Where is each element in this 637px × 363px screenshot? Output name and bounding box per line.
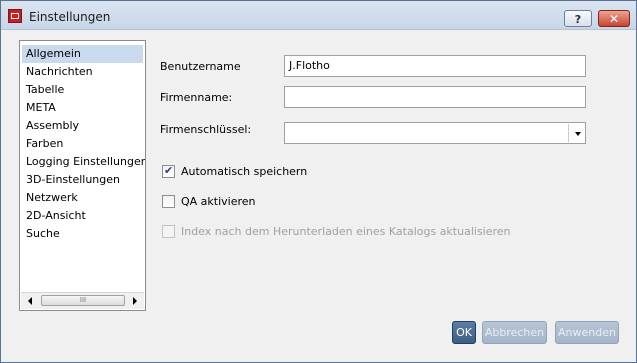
list-item-tabelle[interactable]: Tabelle	[20, 81, 145, 99]
firmenschluessel-label: Firmenschlüssel:	[160, 123, 252, 136]
auto-save-checkbox[interactable]	[162, 164, 175, 178]
category-list[interactable]: Allgemein Nachrichten Tabelle META Assem…	[19, 40, 146, 311]
anwenden-button: Anwenden	[555, 321, 619, 344]
list-item-2d-ansicht[interactable]: 2D-Ansicht	[20, 207, 145, 225]
list-item-nachrichten[interactable]: Nachrichten	[20, 63, 145, 81]
benutzername-label: Benutzername	[160, 60, 241, 73]
list-item-assembly[interactable]: Assembly	[20, 117, 145, 135]
list-item-farben[interactable]: Farben	[20, 135, 145, 153]
scrollbar-thumb[interactable]: III	[41, 295, 125, 306]
list-item-meta[interactable]: META	[20, 99, 145, 117]
window-title: Einstellungen	[29, 10, 111, 24]
ok-button[interactable]: OK	[452, 321, 476, 344]
scroll-right-arrow-icon[interactable]	[133, 297, 137, 305]
qa-label: QA aktivieren	[181, 195, 256, 208]
firmenname-input[interactable]	[284, 86, 586, 108]
list-item-netzwerk[interactable]: Netzwerk	[20, 189, 145, 207]
firmenname-label: Firmenname:	[160, 91, 233, 104]
abbrechen-button: Abbrechen	[482, 321, 547, 344]
benutzername-input[interactable]: J.Flotho	[284, 55, 586, 77]
list-item-suche[interactable]: Suche	[20, 225, 145, 243]
qa-checkbox[interactable]	[162, 195, 175, 208]
combobox-separator	[568, 124, 569, 142]
index-label: Index nach dem Herunterladen eines Katal…	[181, 225, 511, 238]
chevron-down-icon[interactable]	[575, 132, 581, 136]
list-item-3d-einstellungen[interactable]: 3D-Einstellungen	[20, 171, 145, 189]
title-bar[interactable]: Einstellungen ? ✕	[1, 1, 636, 30]
scroll-left-arrow-icon[interactable]	[28, 297, 32, 305]
horizontal-scrollbar[interactable]: III	[21, 292, 144, 309]
app-logo-icon	[8, 9, 22, 23]
list-item-logging-einstellungen[interactable]: Logging Einstellungen	[20, 153, 145, 171]
help-button[interactable]: ?	[564, 10, 592, 27]
index-checkbox	[162, 225, 175, 238]
firmenschluessel-combobox[interactable]	[284, 122, 586, 144]
list-item-allgemein[interactable]: Allgemein	[22, 45, 143, 63]
auto-save-label: Automatisch speichern	[181, 165, 308, 178]
close-button[interactable]: ✕	[598, 10, 630, 27]
settings-dialog: Einstellungen ? ✕ Allgemein Nachrichten …	[0, 0, 637, 363]
